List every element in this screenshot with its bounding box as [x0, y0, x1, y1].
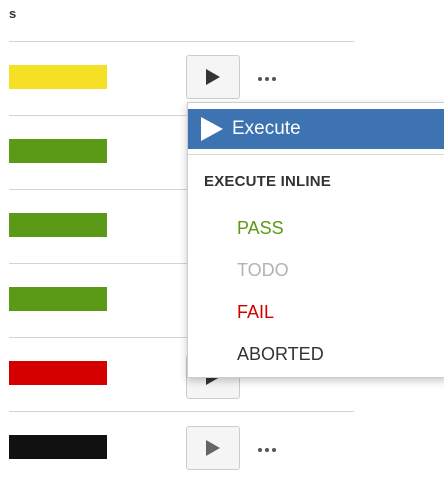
status-bar — [9, 213, 107, 237]
status-bar — [9, 139, 107, 163]
row-separator — [9, 41, 354, 42]
execute-dropdown-menu: Execute EXECUTE INLINE PASS TODO FAIL AB… — [187, 102, 444, 378]
status-bar — [9, 287, 107, 311]
menu-item-fail[interactable]: FAIL — [237, 302, 274, 323]
status-bar — [9, 361, 107, 385]
menu-item-execute-label: Execute — [232, 118, 301, 139]
menu-item-execute[interactable]: Execute — [188, 109, 444, 149]
column-header: s — [9, 6, 17, 21]
menu-divider — [188, 154, 444, 155]
status-bar — [9, 435, 107, 459]
menu-section-title: EXECUTE INLINE — [204, 173, 331, 190]
play-icon — [206, 440, 220, 456]
play-icon — [206, 69, 220, 85]
menu-item-todo[interactable]: TODO — [237, 260, 289, 281]
menu-item-pass[interactable]: PASS — [237, 218, 284, 239]
more-horizontal-icon[interactable] — [258, 447, 276, 453]
more-horizontal-icon[interactable] — [258, 76, 276, 82]
row-separator — [9, 411, 354, 412]
play-icon — [201, 117, 223, 141]
status-bar — [9, 65, 107, 89]
menu-item-aborted[interactable]: ABORTED — [237, 344, 324, 365]
execute-button[interactable] — [186, 55, 240, 99]
execute-button[interactable] — [186, 426, 240, 470]
